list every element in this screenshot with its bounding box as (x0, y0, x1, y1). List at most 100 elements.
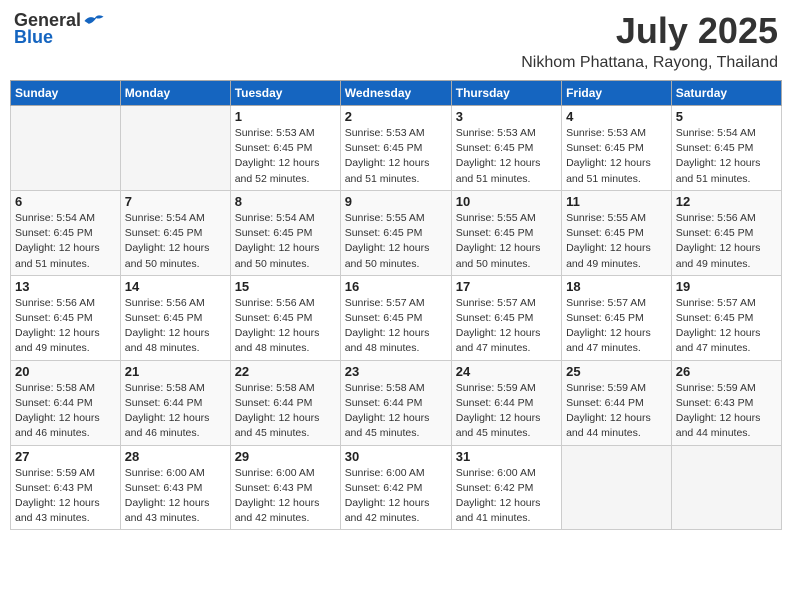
day-info: Sunrise: 5:58 AM Sunset: 6:44 PM Dayligh… (345, 381, 447, 442)
day-number: 17 (456, 279, 557, 294)
day-info: Sunrise: 5:55 AM Sunset: 6:45 PM Dayligh… (456, 211, 557, 272)
calendar-day-cell (120, 106, 230, 191)
title-section: July 2025 Nikhom Phattana, Rayong, Thail… (521, 10, 778, 72)
calendar-week-row: 13Sunrise: 5:56 AM Sunset: 6:45 PM Dayli… (11, 275, 782, 360)
calendar-day-cell: 22 Sunrise: 5:58 AM Sunset: 6:44 PM Dayli… (230, 360, 340, 445)
day-info: Sunrise: 5:57 AM Sunset: 6:45 PM Dayligh… (345, 296, 447, 357)
calendar-day-cell: 25 Sunrise: 5:59 AM Sunset: 6:44 PM Dayli… (562, 360, 672, 445)
day-info: Sunrise: 5:57 AM Sunset: 6:45 PM Dayligh… (566, 296, 667, 357)
day-number: 14 (125, 279, 226, 294)
day-number: 5 (676, 109, 777, 124)
calendar-day-cell: 7Sunrise: 5:54 AM Sunset: 6:45 PM Daylig… (120, 190, 230, 275)
day-number: 28 (125, 449, 226, 464)
day-info: Sunrise: 5:58 AM Sunset: 6:44 PM Dayligh… (235, 381, 336, 442)
day-number: 7 (125, 194, 226, 209)
day-number: 22 (235, 364, 336, 379)
calendar-day-cell: 18Sunrise: 5:57 AM Sunset: 6:45 PM Dayli… (562, 275, 672, 360)
day-info: Sunrise: 5:53 AM Sunset: 6:45 PM Dayligh… (456, 126, 557, 187)
day-info: Sunrise: 5:54 AM Sunset: 6:45 PM Dayligh… (676, 126, 777, 187)
day-number: 6 (15, 194, 116, 209)
calendar-day-cell: 23Sunrise: 5:58 AM Sunset: 6:44 PM Dayli… (340, 360, 451, 445)
calendar-day-cell: 21Sunrise: 5:58 AM Sunset: 6:44 PM Dayli… (120, 360, 230, 445)
day-info: Sunrise: 5:56 AM Sunset: 6:45 PM Dayligh… (235, 296, 336, 357)
day-number: 31 (456, 449, 557, 464)
calendar-day-cell: 13Sunrise: 5:56 AM Sunset: 6:45 PM Dayli… (11, 275, 121, 360)
day-info: Sunrise: 5:57 AM Sunset: 6:45 PM Dayligh… (676, 296, 777, 357)
day-number: 11 (566, 194, 667, 209)
calendar-day-cell (562, 445, 672, 530)
day-info: Sunrise: 6:00 AM Sunset: 6:43 PM Dayligh… (125, 466, 226, 527)
calendar-day-cell: 29 Sunrise: 6:00 AM Sunset: 6:43 PM Dayli… (230, 445, 340, 530)
day-number: 15 (235, 279, 336, 294)
calendar-day-cell: 8Sunrise: 5:54 AM Sunset: 6:45 PM Daylig… (230, 190, 340, 275)
day-info: Sunrise: 5:55 AM Sunset: 6:45 PM Dayligh… (345, 211, 447, 272)
calendar-day-cell: 28 Sunrise: 6:00 AM Sunset: 6:43 PM Dayli… (120, 445, 230, 530)
day-info: Sunrise: 5:59 AM Sunset: 6:43 PM Dayligh… (676, 381, 777, 442)
calendar-day-header: Saturday (671, 81, 781, 106)
day-info: Sunrise: 5:53 AM Sunset: 6:45 PM Dayligh… (566, 126, 667, 187)
calendar-day-header: Tuesday (230, 81, 340, 106)
day-number: 25 (566, 364, 667, 379)
day-number: 24 (456, 364, 557, 379)
day-info: Sunrise: 6:00 AM Sunset: 6:43 PM Dayligh… (235, 466, 336, 527)
day-info: Sunrise: 5:59 AM Sunset: 6:44 PM Dayligh… (456, 381, 557, 442)
day-info: Sunrise: 5:56 AM Sunset: 6:45 PM Dayligh… (125, 296, 226, 357)
day-info: Sunrise: 5:59 AM Sunset: 6:44 PM Dayligh… (566, 381, 667, 442)
day-number: 3 (456, 109, 557, 124)
calendar-day-cell (671, 445, 781, 530)
calendar-day-header: Monday (120, 81, 230, 106)
day-number: 30 (345, 449, 447, 464)
calendar-day-header: Thursday (451, 81, 561, 106)
logo-blue-text: Blue (14, 27, 53, 48)
day-number: 12 (676, 194, 777, 209)
day-number: 26 (676, 364, 777, 379)
day-number: 29 (235, 449, 336, 464)
subtitle: Nikhom Phattana, Rayong, Thailand (521, 54, 778, 72)
day-number: 19 (676, 279, 777, 294)
day-info: Sunrise: 5:53 AM Sunset: 6:45 PM Dayligh… (235, 126, 336, 187)
calendar-day-cell: 12 Sunrise: 5:56 AM Sunset: 6:45 PM Dayli… (671, 190, 781, 275)
day-info: Sunrise: 5:57 AM Sunset: 6:45 PM Dayligh… (456, 296, 557, 357)
calendar-header-row: SundayMondayTuesdayWednesdayThursdayFrid… (11, 81, 782, 106)
day-number: 1 (235, 109, 336, 124)
calendar-week-row: 27Sunrise: 5:59 AM Sunset: 6:43 PM Dayli… (11, 445, 782, 530)
calendar-day-cell: 31 Sunrise: 6:00 AM Sunset: 6:42 PM Dayli… (451, 445, 561, 530)
calendar-day-cell: 19 Sunrise: 5:57 AM Sunset: 6:45 PM Dayli… (671, 275, 781, 360)
calendar-day-cell: 26 Sunrise: 5:59 AM Sunset: 6:43 PM Dayli… (671, 360, 781, 445)
calendar-day-cell: 3 Sunrise: 5:53 AM Sunset: 6:45 PM Daylig… (451, 106, 561, 191)
calendar-day-cell: 16 Sunrise: 5:57 AM Sunset: 6:45 PM Dayli… (340, 275, 451, 360)
day-number: 20 (15, 364, 116, 379)
logo: General Blue (14, 10, 105, 48)
day-info: Sunrise: 5:56 AM Sunset: 6:45 PM Dayligh… (676, 211, 777, 272)
day-number: 8 (235, 194, 336, 209)
calendar-day-cell: 20Sunrise: 5:58 AM Sunset: 6:44 PM Dayli… (11, 360, 121, 445)
day-number: 2 (345, 109, 447, 124)
day-info: Sunrise: 6:00 AM Sunset: 6:42 PM Dayligh… (456, 466, 557, 527)
day-number: 9 (345, 194, 447, 209)
day-info: Sunrise: 6:00 AM Sunset: 6:42 PM Dayligh… (345, 466, 447, 527)
calendar-day-header: Friday (562, 81, 672, 106)
day-info: Sunrise: 5:59 AM Sunset: 6:43 PM Dayligh… (15, 466, 116, 527)
calendar-week-row: 20 Sunrise: 5:58 AM Sunset: 6:44 PM Dayli… (11, 360, 782, 445)
calendar-day-cell: 5 Sunrise: 5:54 AM Sunset: 6:45 PM Daylig… (671, 106, 781, 191)
day-info: Sunrise: 5:55 AM Sunset: 6:45 PM Dayligh… (566, 211, 667, 272)
calendar-day-cell (11, 106, 121, 191)
main-title: July 2025 (521, 10, 778, 52)
day-number: 4 (566, 109, 667, 124)
calendar-day-cell: 1 Sunrise: 5:53 AM Sunset: 6:45 PM Daylig… (230, 106, 340, 191)
page-header: General Blue July 2025 Nikhom Phattana, … (10, 10, 782, 72)
day-info: Sunrise: 5:56 AM Sunset: 6:45 PM Dayligh… (15, 296, 116, 357)
calendar-week-row: 6 Sunrise: 5:54 AM Sunset: 6:45 PM Daylig… (11, 190, 782, 275)
calendar-day-cell: 15 Sunrise: 5:56 AM Sunset: 6:45 PM Dayli… (230, 275, 340, 360)
day-number: 16 (345, 279, 447, 294)
calendar-day-cell: 30 Sunrise: 6:00 AM Sunset: 6:42 PM Dayli… (340, 445, 451, 530)
day-info: Sunrise: 5:53 AM Sunset: 6:45 PM Dayligh… (345, 126, 447, 187)
calendar-day-cell: 10Sunrise: 5:55 AM Sunset: 6:45 PM Dayli… (451, 190, 561, 275)
day-info: Sunrise: 5:58 AM Sunset: 6:44 PM Dayligh… (125, 381, 226, 442)
calendar-day-cell: 9 Sunrise: 5:55 AM Sunset: 6:45 PM Daylig… (340, 190, 451, 275)
day-info: Sunrise: 5:54 AM Sunset: 6:45 PM Dayligh… (15, 211, 116, 272)
calendar-day-header: Wednesday (340, 81, 451, 106)
calendar-day-cell: 11 Sunrise: 5:55 AM Sunset: 6:45 PM Dayli… (562, 190, 672, 275)
calendar-day-cell: 27Sunrise: 5:59 AM Sunset: 6:43 PM Dayli… (11, 445, 121, 530)
calendar-day-cell: 14 Sunrise: 5:56 AM Sunset: 6:45 PM Dayli… (120, 275, 230, 360)
